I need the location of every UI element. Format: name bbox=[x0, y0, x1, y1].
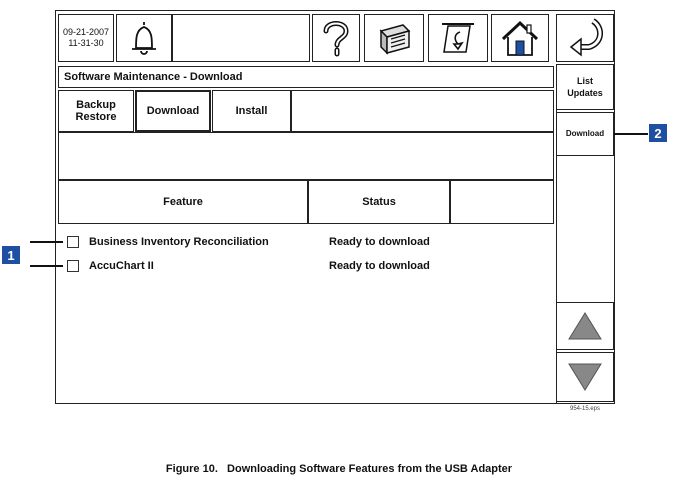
table-row: Business Inventory Reconciliation Ready … bbox=[67, 234, 547, 250]
bell-icon bbox=[132, 22, 156, 55]
callout-badge-2: 2 bbox=[649, 124, 667, 142]
home-icon bbox=[501, 20, 539, 56]
column-header-feature: Feature bbox=[58, 180, 308, 224]
bell-button[interactable] bbox=[116, 14, 172, 62]
feature-name: AccuChart II bbox=[89, 260, 154, 272]
home-button[interactable] bbox=[491, 14, 549, 62]
feature-status: Ready to download bbox=[329, 260, 430, 272]
feature-status: Ready to download bbox=[329, 236, 430, 248]
tab-download[interactable]: Download bbox=[135, 90, 211, 132]
figure-caption: Figure 10. Downloading Software Features… bbox=[165, 463, 513, 475]
tab-bar-filler bbox=[291, 90, 554, 132]
date-text: 09-21-2007 bbox=[62, 27, 110, 37]
help-icon bbox=[323, 21, 349, 57]
receipt-icon bbox=[442, 23, 474, 53]
back-button[interactable] bbox=[556, 14, 614, 62]
scroll-up-button[interactable] bbox=[556, 302, 614, 350]
arrow-down-icon bbox=[568, 363, 602, 391]
callout-line-1b bbox=[30, 265, 63, 267]
message-box bbox=[58, 132, 554, 180]
date-time-display: 09-21-2007 11-31-30 bbox=[58, 14, 114, 62]
list-updates-button[interactable]: List Updates bbox=[556, 64, 614, 110]
callout-line-1a bbox=[30, 241, 63, 243]
feature-name: Business Inventory Reconciliation bbox=[89, 236, 269, 248]
callout-line-2 bbox=[614, 133, 648, 135]
download-button[interactable]: Download bbox=[556, 112, 614, 156]
back-arrow-icon bbox=[569, 18, 603, 57]
scroll-down-button[interactable] bbox=[556, 352, 614, 402]
column-header-status: Status bbox=[308, 180, 450, 224]
arrow-up-icon bbox=[568, 312, 602, 340]
table-row: AccuChart II Ready to download bbox=[67, 258, 547, 274]
help-button[interactable] bbox=[312, 14, 360, 62]
feature-checkbox[interactable] bbox=[67, 260, 79, 272]
bag-icon bbox=[379, 24, 411, 55]
tab-install[interactable]: Install bbox=[212, 90, 291, 132]
callout-badge-1: 1 bbox=[2, 246, 20, 264]
tab-backup-restore[interactable]: Backup Restore bbox=[58, 90, 134, 132]
screen-title: Software Maintenance - Download bbox=[58, 66, 554, 88]
feature-checkbox[interactable] bbox=[67, 236, 79, 248]
file-code: 954-15.eps bbox=[570, 406, 601, 412]
column-header-empty bbox=[450, 180, 554, 224]
software-button[interactable] bbox=[364, 14, 424, 62]
receipt-button[interactable] bbox=[428, 14, 488, 62]
message-area bbox=[172, 14, 310, 62]
time-text: 11-31-30 bbox=[68, 38, 104, 48]
